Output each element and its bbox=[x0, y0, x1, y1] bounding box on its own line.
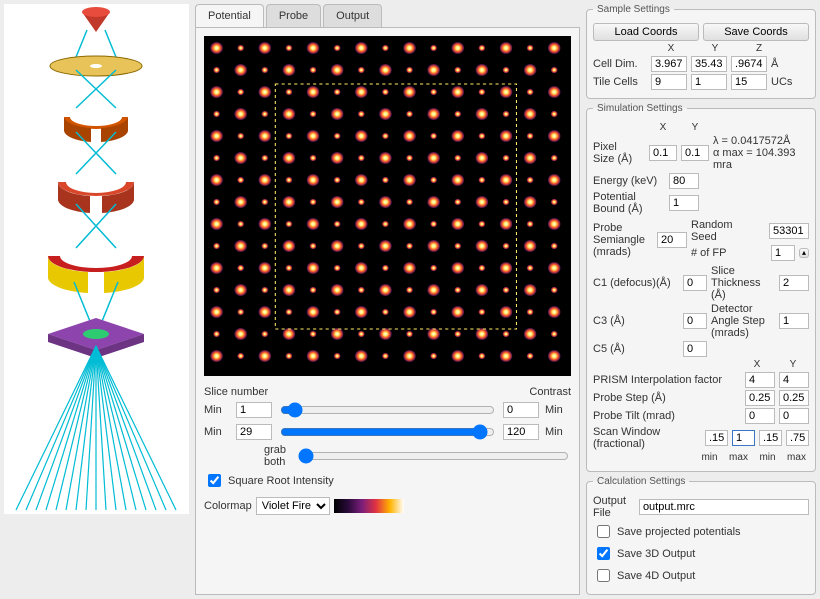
calculation-settings-legend: Calculation Settings bbox=[593, 476, 689, 487]
energy-label: Energy (keV) bbox=[593, 175, 665, 187]
save-potentials-checkbox[interactable] bbox=[597, 525, 610, 538]
contrast-min1-label: Min bbox=[545, 404, 571, 416]
simulation-settings: Simulation Settings X Y Pixel Size (Å) λ… bbox=[586, 103, 816, 472]
calculation-settings: Calculation Settings Output File Save pr… bbox=[586, 476, 816, 595]
simulation-settings-legend: Simulation Settings bbox=[593, 103, 687, 114]
grab-both-label: grab both bbox=[264, 444, 290, 468]
semiangle-label: Probe Semiangle (mrads) bbox=[593, 222, 653, 258]
output-file-label: Output File bbox=[593, 495, 635, 519]
probe-tilt-x[interactable] bbox=[745, 408, 775, 424]
random-seed-input[interactable] bbox=[769, 223, 809, 239]
scan-window-xmin[interactable] bbox=[705, 430, 728, 446]
sqrt-intensity-checkbox[interactable] bbox=[208, 474, 221, 487]
tile-cells-label: Tile Cells bbox=[593, 76, 647, 88]
tab-output[interactable]: Output bbox=[323, 4, 382, 27]
slice-number-label: Slice number bbox=[204, 386, 268, 398]
detector-step-label: Detector Angle Step (mrads) bbox=[711, 303, 775, 339]
cell-dim-z[interactable] bbox=[731, 56, 767, 72]
probe-tilt-y[interactable] bbox=[779, 408, 809, 424]
c3-label: C3 (Å) bbox=[593, 315, 679, 327]
scan-window-ymin[interactable] bbox=[759, 430, 782, 446]
scan-window-label: Scan Window (fractional) bbox=[593, 426, 701, 450]
output-file-input[interactable] bbox=[639, 499, 809, 515]
beam-schematic bbox=[4, 4, 189, 514]
save-3d-checkbox[interactable] bbox=[597, 547, 610, 560]
prism-y[interactable] bbox=[779, 372, 809, 388]
slice-min2-label: Min bbox=[204, 426, 230, 438]
save-coords-button[interactable]: Save Coords bbox=[703, 23, 809, 41]
tile-cells-y[interactable] bbox=[691, 74, 727, 90]
slice-min1-slider[interactable] bbox=[280, 402, 495, 418]
fp-label: # of FP bbox=[691, 247, 726, 259]
slice-min2-input[interactable] bbox=[236, 424, 272, 440]
fp-up[interactable]: ▴ bbox=[799, 248, 809, 258]
contrast-label: Contrast bbox=[529, 386, 571, 398]
detector-step-input[interactable] bbox=[779, 313, 809, 329]
sample-settings: Sample Settings Load Coords Save Coords … bbox=[586, 4, 816, 99]
slice-thickness-label: Slice Thickness (Å) bbox=[711, 265, 775, 301]
cell-dim-y[interactable] bbox=[691, 56, 727, 72]
colormap-label: Colormap bbox=[204, 500, 252, 512]
cell-dim-x[interactable] bbox=[651, 56, 687, 72]
contrast-min2-input[interactable] bbox=[503, 424, 539, 440]
c1-input[interactable] bbox=[683, 275, 707, 291]
pixel-size-y[interactable] bbox=[681, 145, 709, 161]
random-seed-label: Random Seed bbox=[691, 219, 761, 243]
probe-tilt-label: Probe Tilt (mrad) bbox=[593, 410, 741, 422]
scan-window-ymax[interactable] bbox=[786, 430, 809, 446]
probe-step-y[interactable] bbox=[779, 390, 809, 406]
slice-min1-label: Min bbox=[204, 404, 230, 416]
energy-input[interactable] bbox=[669, 173, 699, 189]
contrast-min1-input[interactable] bbox=[503, 402, 539, 418]
potential-image bbox=[204, 36, 571, 376]
colormap-strip bbox=[334, 499, 404, 513]
fp-input[interactable] bbox=[771, 245, 795, 261]
c3-input[interactable] bbox=[683, 313, 707, 329]
tile-cells-z[interactable] bbox=[731, 74, 767, 90]
scan-window-xmax[interactable] bbox=[732, 430, 755, 446]
tile-cells-x[interactable] bbox=[651, 74, 687, 90]
tab-probe[interactable]: Probe bbox=[266, 4, 321, 27]
slice-min1-input[interactable] bbox=[236, 402, 272, 418]
cell-dim-label: Cell Dim. bbox=[593, 58, 647, 70]
probe-step-label: Probe Step (Å) bbox=[593, 392, 741, 404]
load-coords-button[interactable]: Load Coords bbox=[593, 23, 699, 41]
prism-x[interactable] bbox=[745, 372, 775, 388]
probe-step-x[interactable] bbox=[745, 390, 775, 406]
c1-label: C1 (defocus)(Å) bbox=[593, 277, 679, 289]
potential-bound-label: Potential Bound (Å) bbox=[593, 191, 665, 215]
pixel-size-x[interactable] bbox=[649, 145, 677, 161]
potential-bound-input[interactable] bbox=[669, 195, 699, 211]
colormap-select[interactable]: Violet Fire bbox=[256, 497, 330, 515]
alpha-readout: α max = 104.393 mra bbox=[713, 147, 809, 171]
save-4d-checkbox[interactable] bbox=[597, 569, 610, 582]
pixel-size-label: Pixel Size (Å) bbox=[593, 141, 645, 165]
slice-thickness-input[interactable] bbox=[779, 275, 809, 291]
sqrt-intensity-label: Square Root Intensity bbox=[228, 475, 334, 487]
lambda-readout: λ = 0.0417572Å bbox=[713, 135, 809, 147]
slice-min2-slider[interactable] bbox=[280, 424, 495, 440]
prism-label: PRISM Interpolation factor bbox=[593, 374, 741, 386]
semiangle-input[interactable] bbox=[657, 232, 687, 248]
c5-input[interactable] bbox=[683, 341, 707, 357]
grab-both-slider[interactable] bbox=[298, 448, 569, 464]
tab-potential[interactable]: Potential bbox=[195, 4, 264, 27]
contrast-min2-label: Min bbox=[545, 426, 571, 438]
sample-settings-legend: Sample Settings bbox=[593, 4, 674, 15]
view-tabs: Potential Probe Output bbox=[195, 4, 580, 27]
c5-label: C5 (Å) bbox=[593, 343, 679, 355]
